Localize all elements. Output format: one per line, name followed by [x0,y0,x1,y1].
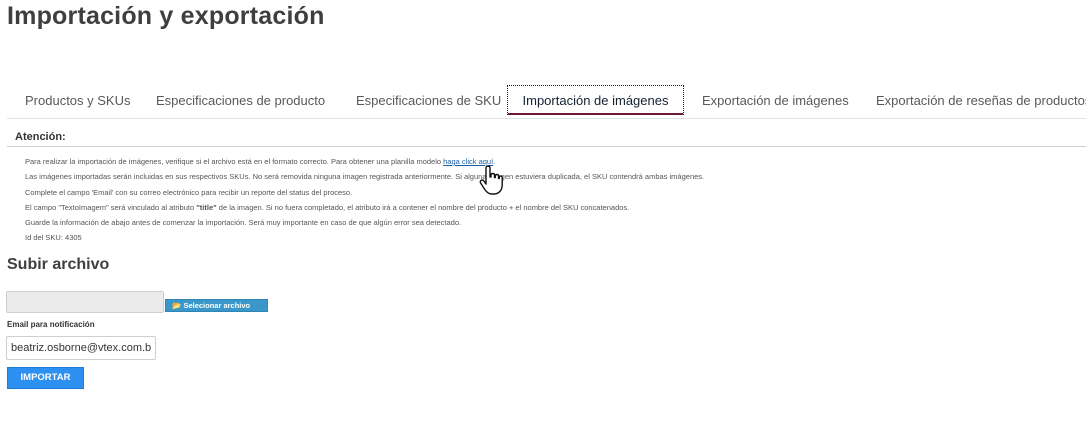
instruction-line: Las imágenes importadas serán incluidas … [25,172,705,182]
tab-especificaciones-de-sku[interactable]: Especificaciones de SKU [356,85,501,116]
email-label: Email para notificación [7,320,95,329]
tab-importacion-de-imagenes[interactable]: Importación de imágenes [507,85,684,115]
import-button[interactable]: IMPORTAR [7,367,84,389]
instructions-list: Para realizar la importación de imágenes… [25,154,704,246]
instruction-line: Guarde la información de abajo antes de … [25,218,462,228]
tab-productos-y-skus[interactable]: Productos y SKUs [25,85,131,116]
hand-pointer-icon [479,165,503,195]
select-file-button[interactable]: 📂 Selecionar archivo [165,299,268,312]
attention-title: Atención: [15,131,66,143]
upload-section-title: Subir archivo [7,256,110,273]
page-title: Importación y exportación [7,2,325,30]
divider [7,146,1086,147]
instruction-line: Complete el campo 'Email' con su correo … [25,187,353,197]
tab-especificaciones-de-producto[interactable]: Especificaciones de producto [156,85,325,116]
sku-id: Id del SKU: 4305 [25,233,82,243]
tab-exportacion-de-imagenes[interactable]: Exportación de imágenes [702,85,849,116]
email-field[interactable] [6,336,156,360]
file-path-field[interactable] [6,291,164,313]
folder-icon: 📂 [172,301,182,310]
tab-bar: Productos y SKUs Especificaciones de pro… [7,85,1086,119]
instruction-line: El campo "TextoImagem" será vinculado al… [25,202,630,212]
tab-exportacion-de-resenas[interactable]: Exportación de reseñas de productos [876,85,1086,116]
instruction-line: Para realizar la importación de imágenes… [25,157,496,166]
